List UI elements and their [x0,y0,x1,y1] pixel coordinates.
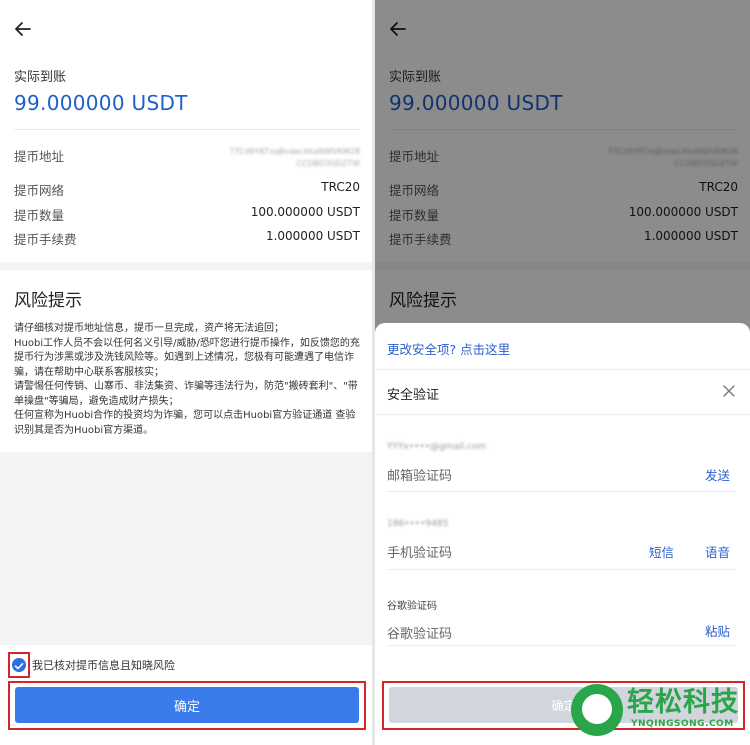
phone-masked: 186••••9485 [387,519,449,529]
divider [387,569,736,570]
change-security-link[interactable]: 更改安全项? 点击这里 [387,339,510,358]
divider [387,645,736,646]
quantity-label: 提币数量 [14,208,65,223]
network-row: 提币网络 TRC20 [14,180,360,198]
watermark-url: YNQINGSONG.COM [631,719,734,729]
received-amount: 99.000000 USDT [14,91,188,115]
checkbox-checked[interactable] [12,658,26,672]
network-label: 提币网络 [14,183,65,198]
risk-title: 风险提示 [14,291,82,311]
network-value: TRC20 [321,180,360,194]
check-icon [14,663,24,670]
acknowledge-label[interactable]: 我已核对提币信息且知晓风险 [32,657,175,673]
fee-label: 提币手续费 [14,232,77,247]
confirm-button[interactable]: 确定 [15,687,359,723]
risk-text: 请仔细核对提币地址信息，提币一旦完成，资产将无法追回； Huobi工作人员不会以… [14,323,360,436]
email-code-input[interactable]: 邮箱验证码 [387,465,452,484]
empty-area [0,452,372,645]
email-masked: YYYx••••@gmail.com [387,442,487,452]
divider [387,491,736,492]
watermark-text: 轻松科技 [627,687,739,718]
highlight-checkbox [8,652,30,678]
divider [375,369,750,370]
back-arrow-icon[interactable] [12,18,34,40]
google-code-input[interactable]: 谷歌验证码 [387,623,452,642]
phone-code-input[interactable]: 手机验证码 [387,542,452,561]
security-title: 安全验证 [387,388,440,403]
address-label: 提币地址 [14,149,65,164]
paste-button[interactable]: 粘贴 [705,621,730,640]
section-separator [0,262,372,270]
highlight-confirm: 确定 [8,681,366,730]
watermark: 轻松科技 YNQINGSONG.COM [565,670,750,745]
watermark-logo-icon [571,684,623,736]
fee-row: 提币手续费 1.000000 USDT [14,229,360,247]
withdraw-confirm-screen: 实际到账 99.000000 USDT 提币地址 TTCd9YKTxqBvaec… [0,0,372,745]
divider [14,129,360,130]
actual-received-label: 实际到账 [14,70,67,85]
close-icon[interactable] [722,384,736,398]
security-verify-screen: 实际到账 99.000000 USDT 提币地址 TTCd9YKTxqBvaec… [375,0,750,745]
quantity-row: 提币数量 100.000000 USDT [14,205,360,223]
sms-button[interactable]: 短信 [649,542,674,561]
address-value: TTCd9YKTxqBvaecXkaNWVKM28 CCDBD3SDZTW [229,147,360,168]
google-code-label: 谷歌验证码 [387,601,437,612]
voice-button[interactable]: 语音 [705,542,730,561]
fee-value: 1.000000 USDT [265,229,360,243]
divider [375,414,750,415]
send-button[interactable]: 发送 [705,465,730,484]
quantity-value: 100.000000 USDT [250,205,360,219]
